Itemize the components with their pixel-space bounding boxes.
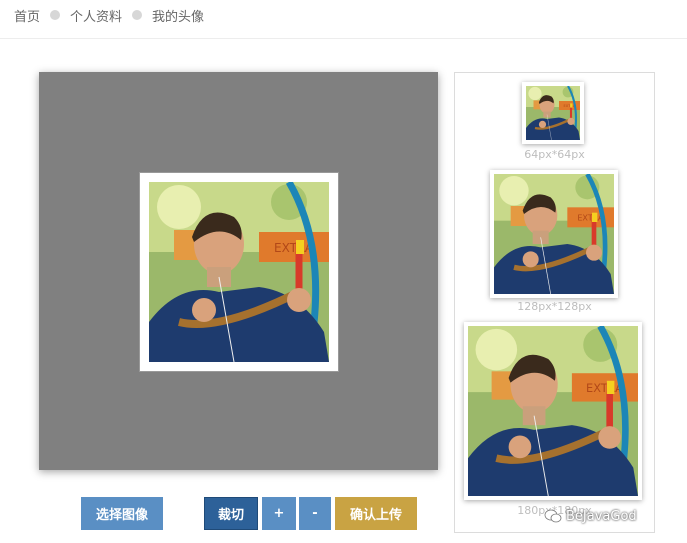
- breadcrumb-separator-dot: [50, 10, 61, 20]
- crop-source-image: [149, 182, 329, 362]
- select-image-button[interactable]: 选择图像: [81, 497, 163, 530]
- preview-64-label: 64px*64px: [524, 148, 585, 161]
- crop-button[interactable]: 裁切: [204, 497, 258, 530]
- breadcrumb: 首页 个人资料 我的头像: [14, 6, 205, 25]
- preview-64: [522, 82, 584, 144]
- header-divider: [0, 38, 687, 39]
- preview-128-label: 128px*128px: [517, 300, 592, 313]
- watermark: BeJavaGod: [544, 507, 637, 525]
- watermark-text: BeJavaGod: [566, 508, 637, 524]
- breadcrumb-current: 我的头像: [152, 9, 205, 25]
- breadcrumb-profile-link[interactable]: 个人资料: [70, 6, 122, 25]
- preview-64-image: [526, 86, 580, 140]
- preview-128: [490, 170, 618, 298]
- preview-128-image: [494, 174, 614, 294]
- crop-selection-box[interactable]: [139, 172, 339, 372]
- preview-180: [464, 322, 642, 500]
- preview-180-image: [468, 326, 638, 496]
- zoom-out-button[interactable]: -: [299, 497, 331, 530]
- breadcrumb-separator-dot: [132, 10, 143, 20]
- wechat-icon: [544, 509, 562, 523]
- preview-panel: 64px*64px 128px*128px 180px*180px: [454, 72, 655, 533]
- breadcrumb-home-link[interactable]: 首页: [14, 6, 40, 25]
- zoom-in-button[interactable]: +: [262, 497, 296, 530]
- crop-stage[interactable]: [39, 72, 438, 470]
- confirm-upload-button[interactable]: 确认上传: [335, 497, 417, 530]
